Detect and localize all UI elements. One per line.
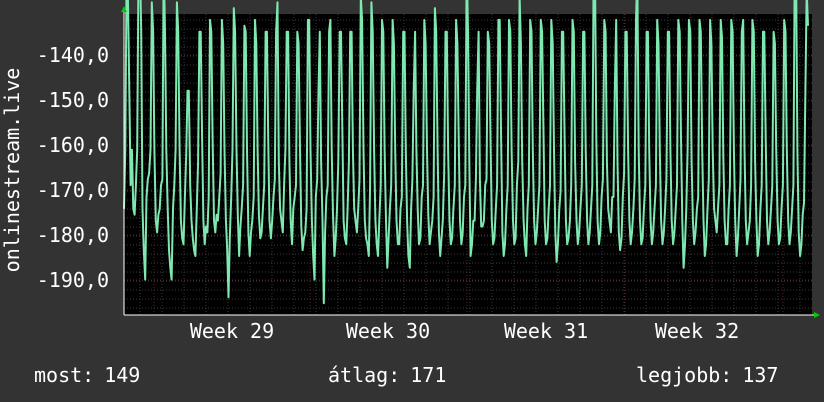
- stat-most-value: 149: [104, 363, 141, 387]
- x-tick-labels: Week 29 Week 30 Week 31 Week 32: [190, 319, 739, 343]
- stat-legjobb-value: 137: [742, 363, 779, 387]
- y-tick-label: -150,0: [37, 88, 109, 112]
- stat-atlag-value: 171: [410, 363, 447, 387]
- stat-atlag: átlag: 171: [328, 363, 446, 387]
- line-chart: -140,0 -150,0 -160,0 -170,0 -180,0 -190,0 Wee…: [0, 0, 820, 343]
- x-tick-label: Week 30: [346, 319, 430, 343]
- y-tick-label: -180,0: [37, 223, 109, 247]
- y-tick-label: -190,0: [37, 268, 109, 292]
- x-tick-label: Week 32: [655, 319, 739, 343]
- stat-most-label: most:: [34, 363, 95, 387]
- y-tick-labels: -140,0 -150,0 -160,0 -170,0 -180,0 -190,0: [37, 43, 109, 292]
- y-tick-label: -140,0: [37, 43, 109, 67]
- stat-legjobb: legjobb: 137: [636, 363, 778, 387]
- x-tick-label: Week 29: [190, 319, 274, 343]
- stat-atlag-label: átlag:: [328, 363, 401, 387]
- x-axis-arrow-icon: [814, 312, 820, 318]
- y-tick-label: -160,0: [37, 133, 109, 157]
- chart-panel: -140,0 -150,0 -160,0 -170,0 -180,0 -190,0 Wee…: [0, 0, 824, 402]
- stat-most: most: 149: [34, 363, 140, 387]
- x-tick-label: Week 31: [504, 319, 588, 343]
- y-axis-label: onlinestream.live: [0, 68, 24, 273]
- y-tick-label: -170,0: [37, 178, 109, 202]
- stat-legjobb-label: legjobb:: [636, 363, 733, 387]
